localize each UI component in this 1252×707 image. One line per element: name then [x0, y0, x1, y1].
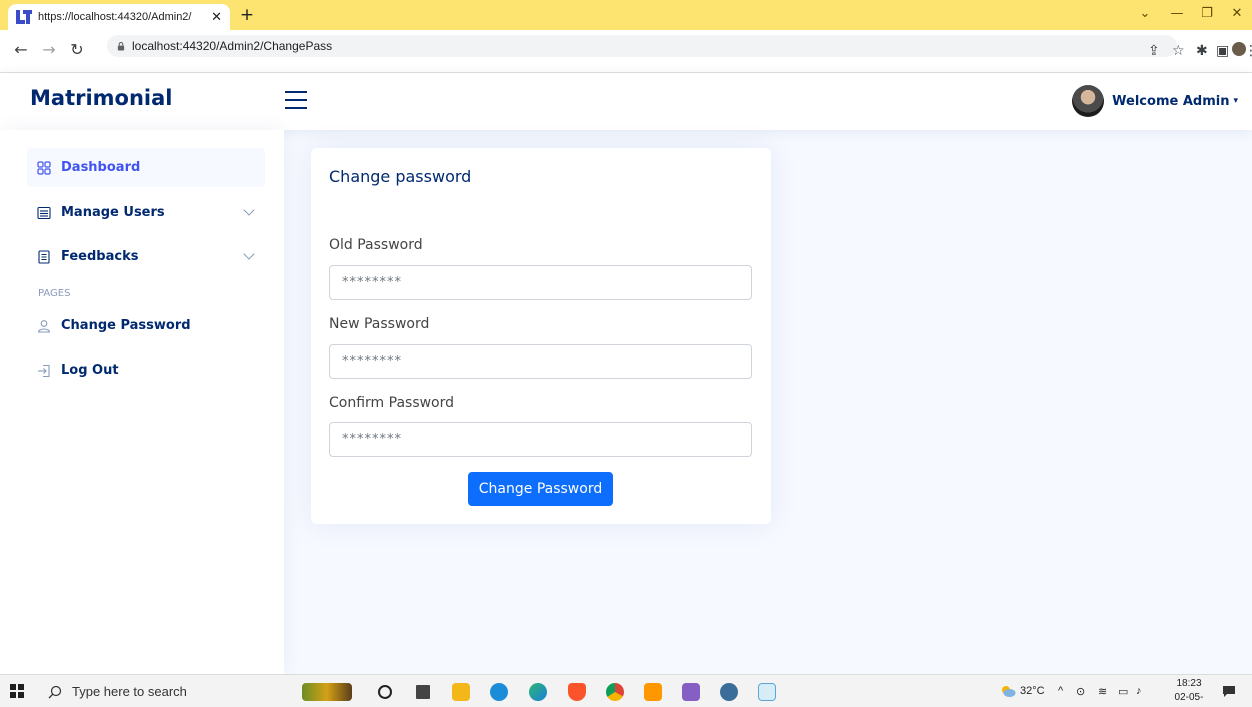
new-tab-button[interactable]: +	[236, 5, 258, 25]
sidebar-item-dashboard[interactable]: Dashboard	[27, 148, 265, 187]
sidebar-item-label: Manage Users	[61, 205, 165, 220]
address-bar-row: ← → ↻ localhost:44320/Admin2/ChangePass …	[0, 30, 1252, 73]
task-view-icon[interactable]	[416, 685, 430, 699]
caret-down-icon: ▾	[1233, 96, 1238, 106]
skype-icon[interactable]	[490, 683, 508, 701]
sidebar-item-change-password[interactable]: Change Password	[27, 306, 265, 345]
site-favicon-icon	[16, 10, 32, 24]
weather-temperature[interactable]: 32°C	[1020, 685, 1045, 697]
browser-menu-icon[interactable]: ⋮	[1244, 43, 1252, 59]
volume-icon[interactable]: ♪	[1136, 685, 1142, 697]
chrome-icon[interactable]	[606, 683, 624, 701]
tab-search-chevron-icon[interactable]: ⌄	[1136, 6, 1154, 24]
extensions-icon[interactable]: ✱	[1196, 43, 1208, 59]
restore-icon[interactable]: ❐	[1196, 6, 1218, 24]
sidebar-item-log-out[interactable]: Log Out	[27, 351, 265, 390]
logout-icon	[38, 364, 50, 377]
back-arrow-icon[interactable]: ←	[10, 40, 32, 59]
cortana-icon[interactable]	[378, 685, 392, 699]
weather-cloud-icon	[1002, 686, 1016, 697]
url-text: localhost:44320/Admin2/ChangePass	[132, 39, 333, 53]
taskbar-search-box[interactable]: Type here to search	[38, 678, 291, 705]
new-password-label: New Password	[329, 316, 430, 332]
new-password-input[interactable]	[329, 344, 752, 379]
share-icon[interactable]: ⇪	[1148, 43, 1160, 59]
sidebar-item-manage-users[interactable]: Manage Users	[27, 193, 265, 232]
taskbar-search-placeholder: Type here to search	[72, 684, 187, 699]
battery-icon[interactable]: ▭	[1118, 685, 1128, 698]
star-icon[interactable]: ☆	[1172, 43, 1185, 59]
sidebar-section-heading: PAGES	[38, 288, 71, 299]
forward-arrow-icon[interactable]: →	[38, 40, 60, 59]
change-password-card: Change password Old Password New Passwor…	[311, 148, 771, 524]
person-icon	[37, 319, 51, 333]
journal-icon	[38, 249, 50, 264]
sidebar-item-label: Log Out	[61, 363, 119, 378]
reload-icon[interactable]: ↻	[66, 40, 88, 59]
ssms-icon[interactable]	[758, 683, 776, 701]
sidebar-icon[interactable]: ▣	[1216, 43, 1229, 59]
welcome-text: Welcome Admin	[1112, 93, 1230, 109]
taskbar-clock[interactable]: 18:23 02-05-2022	[1165, 677, 1213, 707]
card-title: Change password	[329, 167, 472, 186]
windows-taskbar: Type here to search 32°C ^ ⊙ ≋ ▭ ♪ 18:23…	[0, 674, 1252, 707]
minimize-icon[interactable]: —	[1166, 6, 1188, 24]
app-header: Matrimonial Welcome Admin ▾	[0, 73, 1252, 130]
chevron-down-icon	[243, 204, 255, 216]
sidebar-item-label: Change Password	[61, 318, 191, 333]
file-explorer-icon[interactable]	[452, 683, 470, 701]
clock-time: 18:23	[1176, 678, 1202, 689]
change-password-button[interactable]: Change Password	[468, 472, 613, 506]
sidebar: Dashboard Manage Users Feedbacks PAGES C…	[0, 130, 284, 674]
tab-title: https://localhost:44320/Admin2/	[38, 11, 192, 23]
sublime-text-icon[interactable]	[644, 683, 662, 701]
news-widget-icon[interactable]	[302, 683, 352, 701]
edge-icon[interactable]	[529, 683, 547, 701]
grid-icon	[37, 160, 51, 175]
hamburger-menu-icon[interactable]	[285, 91, 307, 111]
brave-icon[interactable]	[568, 683, 586, 701]
tray-chevron-up-icon[interactable]: ^	[1058, 685, 1063, 697]
chrome-profile-icon[interactable]	[720, 683, 738, 701]
meet-now-icon[interactable]: ⊙	[1076, 685, 1085, 698]
old-password-input[interactable]	[329, 265, 752, 300]
user-profile-dropdown[interactable]: Welcome Admin ▾	[1072, 84, 1238, 118]
visual-studio-icon[interactable]	[682, 683, 700, 701]
avatar	[1072, 85, 1105, 117]
browser-tab[interactable]: https://localhost:44320/Admin2/ ✕	[8, 4, 230, 30]
windows-start-icon[interactable]	[10, 684, 24, 698]
sidebar-item-feedbacks[interactable]: Feedbacks	[27, 237, 265, 276]
browser-tab-strip: https://localhost:44320/Admin2/ ✕ + ⌄ — …	[0, 0, 1252, 30]
lock-icon	[117, 41, 125, 51]
search-icon	[48, 685, 62, 698]
confirm-password-input[interactable]	[329, 422, 752, 457]
wifi-icon[interactable]: ≋	[1098, 685, 1107, 698]
url-omnibox[interactable]: localhost:44320/Admin2/ChangePass	[107, 35, 1177, 57]
window-close-icon[interactable]: ✕	[1226, 6, 1248, 24]
clock-date: 02-05-2022	[1174, 692, 1204, 707]
chevron-down-icon	[243, 248, 255, 260]
old-password-label: Old Password	[329, 237, 423, 253]
sidebar-item-label: Feedbacks	[61, 249, 139, 264]
confirm-password-label: Confirm Password	[329, 395, 455, 411]
notification-icon[interactable]	[1222, 685, 1236, 698]
sidebar-item-label: Dashboard	[61, 160, 141, 175]
menu-list-icon	[37, 206, 51, 219]
brand-logo[interactable]: Matrimonial	[30, 86, 173, 110]
tab-close-icon[interactable]: ✕	[211, 10, 222, 25]
